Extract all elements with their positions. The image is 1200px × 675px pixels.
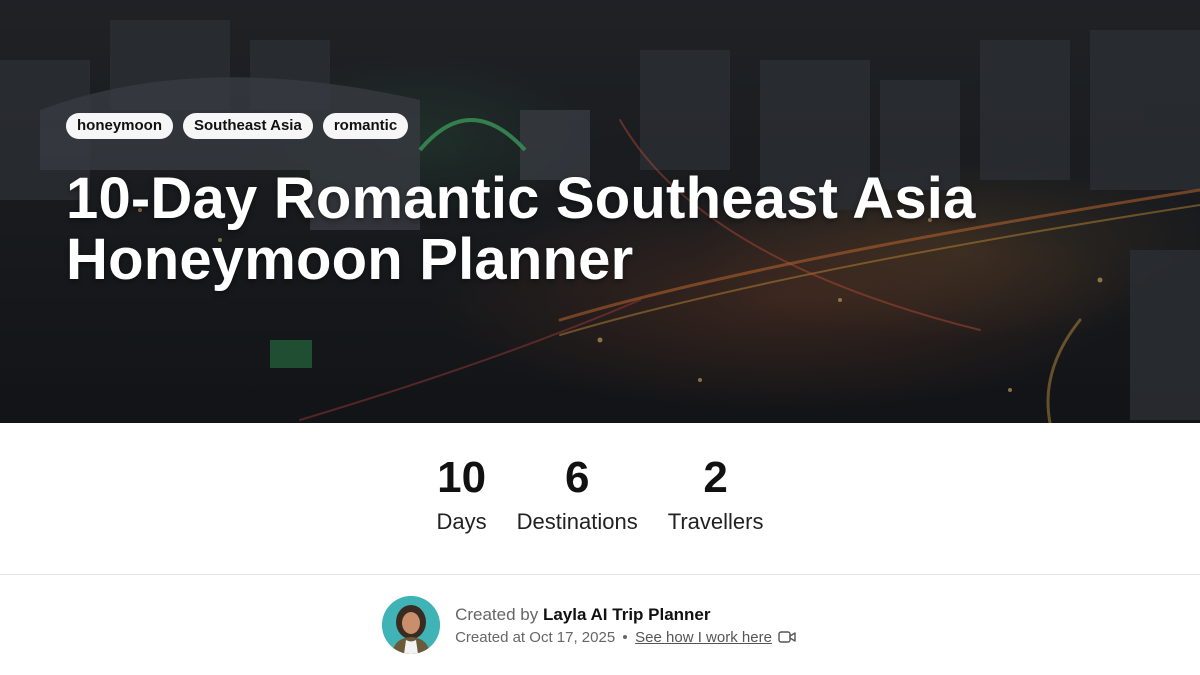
stat-days-value: 10 bbox=[437, 453, 487, 502]
page-title: 10-Day Romantic Southeast Asia Honeymoon… bbox=[66, 166, 976, 292]
stat-travellers-label: Travellers bbox=[667, 509, 764, 534]
stat-destinations: 6 Destinations bbox=[517, 423, 638, 574]
tag-romantic[interactable]: romantic bbox=[322, 113, 409, 139]
stat-days: 10 Days bbox=[437, 423, 487, 574]
avatar bbox=[382, 596, 441, 654]
created-by-prefix: Created by bbox=[455, 604, 539, 624]
created-meta: Created at Oct 17, 2025 See how I work h… bbox=[455, 629, 796, 646]
tag-list: honeymoon Southeast Asia romantic bbox=[66, 113, 409, 139]
hero-banner: honeymoon Southeast Asia romantic 10-Day… bbox=[0, 0, 1200, 423]
trip-stats: 10 Days 6 Destinations 2 Travellers bbox=[0, 423, 1200, 575]
tag-honeymoon[interactable]: honeymoon bbox=[66, 113, 173, 139]
stat-travellers-value: 2 bbox=[703, 453, 728, 502]
video-icon[interactable] bbox=[778, 631, 796, 643]
created-at: Created at Oct 17, 2025 bbox=[455, 628, 616, 646]
creator-text: Created by Layla AI Trip Planner Created… bbox=[455, 605, 796, 646]
see-how-i-work-link[interactable]: See how I work here bbox=[635, 629, 772, 646]
stat-destinations-label: Destinations bbox=[516, 509, 638, 534]
stat-days-label: Days bbox=[436, 509, 487, 534]
avatar-portrait bbox=[382, 596, 441, 654]
stat-destinations-value: 6 bbox=[564, 453, 590, 502]
separator-dot bbox=[623, 635, 628, 639]
creator-name: Layla AI Trip Planner bbox=[542, 604, 711, 624]
creator-info: Created by Layla AI Trip Planner Created… bbox=[0, 575, 1200, 675]
stat-travellers: 2 Travellers bbox=[668, 423, 764, 574]
tag-southeast-asia[interactable]: Southeast Asia bbox=[183, 113, 313, 139]
created-by: Created by Layla AI Trip Planner bbox=[455, 605, 796, 625]
